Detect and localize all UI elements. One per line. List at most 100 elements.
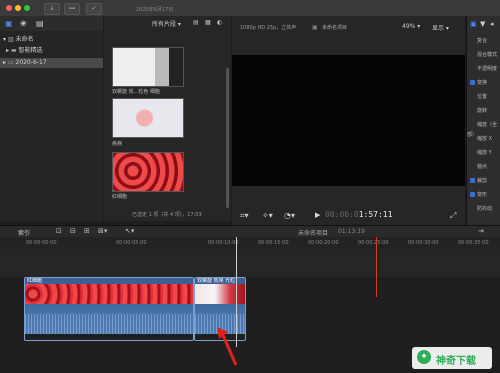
minimize-window-button[interactable] bbox=[15, 5, 21, 11]
ruler-tick: 00:00:15:00 bbox=[258, 240, 289, 246]
video-inspector-icon[interactable]: ▣ bbox=[470, 20, 477, 28]
inspector-row-label: 变换 bbox=[477, 80, 488, 86]
inspector-checkbox[interactable] bbox=[470, 192, 475, 197]
inspector-row-label: 缩放 X bbox=[477, 136, 493, 142]
titles-icon[interactable]: ▤ bbox=[36, 19, 44, 28]
library-sidebar: ▾ ▥ 未命名 ▸ ▬ 智能精选 ▸ ▭ 2020-6-17 bbox=[0, 31, 103, 221]
inspector-row[interactable]: 不透明度 bbox=[467, 64, 500, 74]
append-clip-icon[interactable]: ⊞ bbox=[84, 227, 90, 235]
clip-thumbnail-disease[interactable] bbox=[112, 98, 184, 138]
library-item-event[interactable]: ▸ ▭ 2020-6-17 bbox=[0, 58, 103, 68]
inspector-row-label: 锚点 bbox=[477, 164, 488, 170]
clip-video-filmstrip bbox=[195, 284, 245, 304]
overwrite-clip-icon[interactable]: ⊠▾ bbox=[98, 227, 107, 235]
library-title: 未命名 bbox=[15, 36, 34, 43]
selection-status: 已选定 1 项（共 4 项），17:03 bbox=[132, 212, 202, 218]
inspector-checkbox[interactable] bbox=[470, 94, 475, 99]
library-item-smart[interactable]: ▸ ▬ 智能精选 bbox=[0, 46, 103, 56]
clip-browser: 2020年6月17日 双螺旋 效...粒色 细胞 疾病 红细胞 已选定 1 项（… bbox=[104, 7, 231, 221]
library-item-label: 2020-6-17 bbox=[15, 59, 47, 66]
inspector-row-label: 位置 bbox=[477, 94, 488, 100]
zoom-dropdown[interactable]: 49% ▾ bbox=[402, 23, 420, 30]
filmstrip-view-icon[interactable]: ▤ bbox=[193, 19, 199, 26]
inspector-row[interactable]: 旋转 bbox=[467, 106, 500, 116]
ruler-tick: 00:00:30:00 bbox=[408, 240, 439, 246]
inspector-checkbox[interactable] bbox=[470, 52, 475, 57]
inspector-row-label: 复合 bbox=[477, 38, 488, 44]
inspector-row[interactable]: 缩放（全部） bbox=[467, 120, 500, 138]
play-icon[interactable]: ▶ bbox=[315, 211, 320, 219]
window-toolbar: ↓ ⊶ ✓ bbox=[0, 0, 500, 17]
fullscreen-icon[interactable]: ⤢ bbox=[450, 211, 456, 221]
info-inspector-icon[interactable]: ▼ bbox=[480, 20, 485, 28]
timeline-duration: 01:13:19 bbox=[338, 228, 365, 235]
clip-filter-label: 所有片段 bbox=[152, 21, 177, 28]
inspector-checkbox[interactable] bbox=[470, 164, 475, 169]
timecode-display[interactable]: 00:00:01:57:11 bbox=[325, 210, 392, 219]
select-tool-icon[interactable]: ↖▾ bbox=[125, 227, 134, 235]
clip-thumbnail-blood[interactable] bbox=[112, 152, 184, 192]
index-button[interactable]: 索引 bbox=[18, 228, 30, 237]
speed-icon[interactable]: ◔▾ bbox=[284, 211, 295, 220]
browser-scrollbar[interactable] bbox=[226, 68, 229, 208]
photos-icon[interactable]: ❀ bbox=[20, 19, 27, 28]
timeline-area[interactable]: 红细胞 双螺旋 效果 光粒 ✦ 神奇下载 bbox=[0, 237, 500, 373]
inspector-row[interactable]: 复合 bbox=[467, 36, 500, 46]
inspector-row[interactable]: 缩放 Y bbox=[467, 148, 500, 158]
inspector-checkbox[interactable] bbox=[470, 206, 475, 211]
viewer-canvas[interactable] bbox=[232, 55, 465, 186]
timeline-settings-icon[interactable]: ⇥ bbox=[478, 227, 484, 235]
inspector-row-label: 变形 bbox=[477, 192, 488, 198]
inspector-checkbox[interactable] bbox=[470, 150, 475, 155]
inspector-checkbox[interactable] bbox=[470, 122, 475, 127]
library-item-root[interactable]: ▾ ▥ 未命名 bbox=[0, 35, 103, 45]
enhance-icon[interactable]: ✧▾ bbox=[262, 211, 273, 220]
inspector-row[interactable]: 混合模式 bbox=[467, 50, 500, 60]
timeline-project-name: 未命名项目 bbox=[298, 230, 329, 237]
clip-filter-dropdown[interactable]: 所有片段 ▾ bbox=[152, 19, 181, 28]
zoom-window-button[interactable] bbox=[24, 5, 30, 11]
inspector-checkbox[interactable] bbox=[470, 178, 475, 183]
watermark: ✦ 神奇下载 bbox=[412, 347, 492, 369]
inspector-row-label: 混合模式 bbox=[477, 52, 498, 58]
clip-label: 红细胞 bbox=[112, 194, 128, 200]
ruler-tick: 00:00:35:00 bbox=[458, 240, 489, 246]
browser-settings-icon[interactable]: ◐ bbox=[217, 19, 222, 26]
browser-date-header: 2020年6月17日 bbox=[136, 7, 174, 13]
connect-clip-icon[interactable]: ⊡ bbox=[56, 227, 62, 235]
library-item-label: 智能精选 bbox=[18, 47, 43, 54]
inspector-row[interactable]: 防抖动 bbox=[467, 204, 500, 214]
inspector-checkbox[interactable] bbox=[470, 38, 475, 43]
playhead[interactable] bbox=[376, 237, 377, 297]
inspector-row[interactable]: 变换 bbox=[467, 78, 500, 88]
inspector-checkbox[interactable] bbox=[470, 136, 475, 141]
ruler-tick: 00:00:00:00 bbox=[26, 240, 57, 246]
inspector-row[interactable]: 锚点 bbox=[467, 162, 500, 172]
inspector-row[interactable]: 变形 bbox=[467, 190, 500, 200]
import-icon[interactable]: ↓ bbox=[44, 3, 60, 15]
inspector-row-label: 缩放 Y bbox=[477, 150, 492, 156]
list-view-icon[interactable]: ▦ bbox=[205, 19, 211, 26]
close-window-button[interactable] bbox=[6, 5, 12, 11]
clip-thumbnail-helix[interactable] bbox=[112, 47, 184, 87]
libraries-icon[interactable]: ▣ bbox=[5, 19, 13, 28]
inspector-checkbox[interactable] bbox=[470, 108, 475, 113]
inspector-row[interactable]: 缩放 X bbox=[467, 134, 500, 144]
clip-video-filmstrip bbox=[25, 284, 193, 304]
display-dropdown[interactable]: 显示 ▾ bbox=[432, 23, 449, 32]
insert-clip-icon[interactable]: ⊟ bbox=[70, 227, 76, 235]
keyword-icon[interactable]: ⊶ bbox=[64, 3, 80, 15]
timeline-upper-track bbox=[0, 249, 500, 277]
transform-tool-icon[interactable]: ⌗▾ bbox=[240, 211, 249, 221]
project-icon: ▣ bbox=[312, 24, 318, 31]
inspector-row[interactable]: 位置 bbox=[467, 92, 500, 102]
inspector-row[interactable]: 裁剪 bbox=[467, 176, 500, 186]
watermark-text: 神奇下载 bbox=[436, 356, 476, 367]
ruler-tick: 00:00:20:00 bbox=[308, 240, 339, 246]
inspector-checkbox[interactable] bbox=[470, 66, 475, 71]
viewer-format: 1080p HD 25p，立体声 bbox=[240, 25, 297, 31]
audio-inspector-icon[interactable]: ◂ bbox=[490, 20, 494, 28]
inspector-checkbox[interactable] bbox=[470, 80, 475, 85]
background-tasks-icon[interactable]: ✓ bbox=[86, 3, 102, 15]
timeline-clip-blood[interactable]: 红细胞 bbox=[24, 277, 194, 341]
